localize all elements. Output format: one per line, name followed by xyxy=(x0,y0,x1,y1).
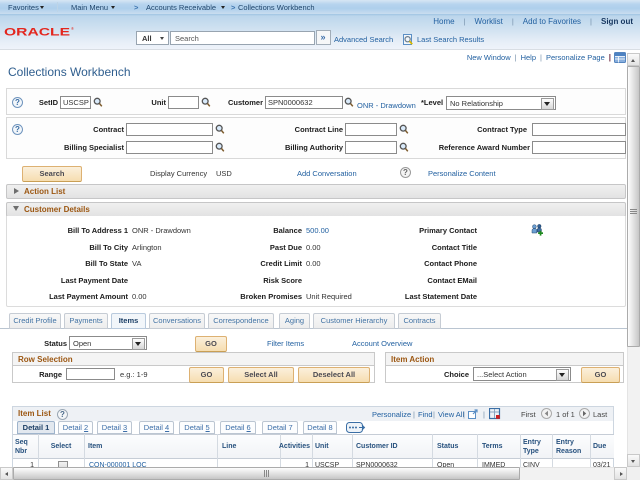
svg-text:?: ? xyxy=(403,168,408,177)
svg-text:?: ? xyxy=(60,410,65,419)
svg-text:?: ? xyxy=(15,125,20,134)
svg-text:®: ® xyxy=(71,26,74,31)
svg-text:ORACLE: ORACLE xyxy=(4,27,70,39)
